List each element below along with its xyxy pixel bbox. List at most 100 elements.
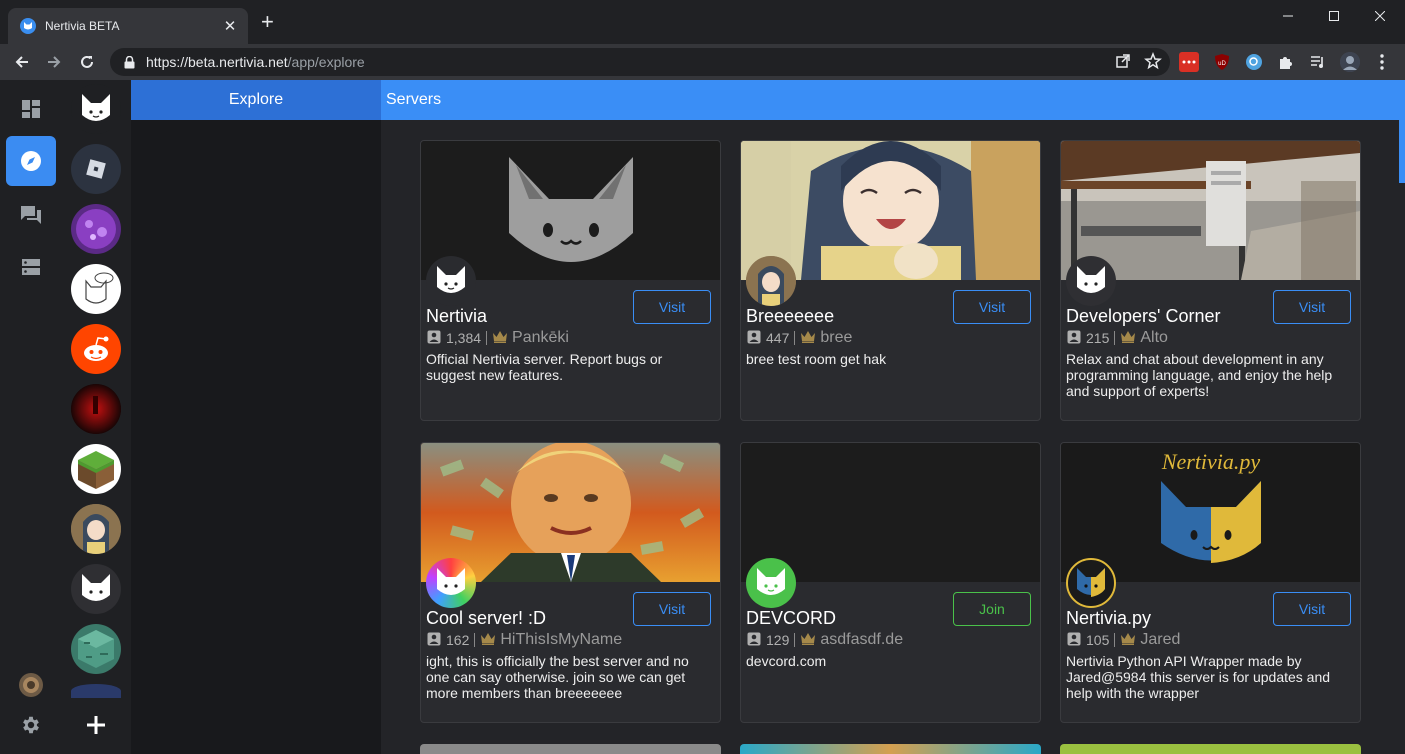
server-icon-nertivia[interactable] [71,84,121,134]
member-count: 129 [766,632,790,648]
browser-tab[interactable]: Nertivia BETA ✕ [8,8,248,44]
servers-panel: Servers Nertivia Visit 1,384 Pankēki Off… [381,80,1405,754]
owner-name: Alto [1140,329,1168,346]
server-description: devcord.com [746,653,827,669]
server-avatar [1066,558,1116,608]
tab-close-icon[interactable]: ✕ [222,17,238,35]
server-card[interactable]: Developers' Corner Visit 215 Alto Relax … [1060,140,1361,421]
server-name: Nertivia [426,306,488,326]
join-button[interactable]: Join [953,592,1031,626]
server-card[interactable]: DEVCORD Join 129 asdfasdf.de devcord.com [740,442,1041,723]
svg-text:uD: uD [1218,61,1226,67]
explore-sidebar: Explore [131,80,381,754]
server-meta: 215 Alto [1067,329,1168,347]
owner-name: HiThisIsMyName [500,631,623,648]
visit-button[interactable]: Visit [953,290,1031,324]
server-meta: 129 asdfasdf.de [747,631,903,649]
open-external-icon[interactable] [1114,52,1132,75]
visit-button[interactable]: Visit [1273,290,1351,324]
owner-name: bree [820,329,853,346]
server-banner [1061,141,1360,280]
servers-icon[interactable] [6,242,56,292]
server-icon-anime-girl[interactable] [71,504,121,554]
settings-gear-icon[interactable] [6,700,56,750]
visit-button[interactable]: Visit [633,592,711,626]
ublock-shield-icon[interactable]: uD [1212,52,1232,72]
members-icon [747,330,761,347]
server-icon-partial[interactable] [71,684,121,698]
search-extension-icon[interactable] [1244,52,1264,72]
media-queue-icon[interactable] [1308,52,1328,72]
server-icon-developers[interactable] [71,564,121,614]
server-icon-reddit[interactable] [71,324,121,374]
server-card-partial[interactable] [1060,744,1361,754]
lock-icon [122,55,136,69]
messages-icon[interactable] [6,190,56,240]
add-server-plus-icon[interactable] [71,700,121,750]
visit-button[interactable]: Visit [1273,592,1351,626]
server-avatar [746,256,796,306]
scrollbar-thumb[interactable] [1399,120,1405,183]
owner-crown-icon [800,330,816,346]
server-name: Cool server! :D [426,608,547,628]
minimize-window-icon[interactable] [1265,0,1311,32]
server-avatar [426,558,476,608]
close-window-icon[interactable] [1357,0,1403,32]
server-icon-cat-sketch[interactable] [71,264,121,314]
profile-avatar[interactable] [1340,52,1360,72]
members-icon [1067,632,1081,649]
member-count: 1,384 [446,330,482,346]
back-arrow-icon[interactable] [10,50,34,74]
owner-crown-icon [492,330,508,346]
nav-rail [0,80,62,754]
owner-crown-icon [1120,632,1136,648]
server-description: Relax and chat about development in any … [1066,351,1333,399]
nertivia-app: Explore Servers Nertivia Visit 1,384 Pan… [0,80,1405,754]
bookmark-star-icon[interactable] [1144,51,1162,75]
server-avatar [746,558,796,608]
maximize-window-icon[interactable] [1311,0,1357,32]
forward-arrow-icon[interactable] [42,50,66,74]
puzzle-extensions-icon[interactable] [1276,52,1296,72]
address-bar[interactable]: https://beta.nertivia.net/app/explore [110,48,1170,76]
server-banner [421,443,720,582]
server-icon-minecraft[interactable] [71,444,121,494]
member-count: 215 [1086,330,1110,346]
server-name: Breeeeeee [746,306,835,326]
owner-name: Pankēki [512,329,569,346]
server-avatar [426,256,476,306]
server-card[interactable]: Breeeeeee Visit 447 bree bree test room … [740,140,1041,421]
server-meta: 105 Jared [1067,631,1180,649]
reload-icon[interactable] [75,50,99,74]
tab-title: Nertivia BETA [45,19,120,33]
server-description: Nertivia Python API Wrapper made by Jare… [1066,653,1331,701]
server-card-partial[interactable] [420,744,721,754]
server-card[interactable]: Nertivia.py Nertivia.py Visit 105 Jared … [1060,442,1361,723]
new-tab-plus-icon[interactable]: + [261,11,274,33]
server-description: bree test room get hak [746,351,887,367]
owner-name: Jared [1140,631,1181,648]
server-icon-teal-block[interactable] [71,624,121,674]
server-card-partial[interactable] [740,744,1041,754]
browser-toolbar: https://beta.nertivia.net/app/explore uD [0,44,1405,80]
server-card[interactable]: Nertivia Visit 1,384 Pankēki Official Ne… [420,140,721,421]
members-icon [747,632,761,649]
visit-button[interactable]: Visit [633,290,711,324]
extension-dots-icon[interactable] [1179,52,1199,72]
server-card[interactable]: Cool server! :D Visit 162 HiThisIsMyName… [420,442,721,723]
server-banner: Nertivia.py [1061,443,1360,582]
server-meta: 162 HiThisIsMyName [427,631,622,649]
dashboard-icon[interactable] [6,84,56,134]
server-description: ight, this is officially the best server… [426,653,689,701]
member-count: 447 [766,330,790,346]
owner-crown-icon [800,632,816,648]
explore-compass-icon[interactable] [6,136,56,186]
server-icon-roblox[interactable] [71,144,121,194]
server-icon-red-dark[interactable] [71,384,121,434]
browser-menu-kebab-icon[interactable] [1372,52,1392,72]
server-icon-purple[interactable] [71,204,121,254]
server-banner [421,141,720,280]
server-avatar [1066,256,1116,306]
owner-crown-icon [1120,330,1136,346]
server-meta: 1,384 Pankēki [427,329,569,347]
